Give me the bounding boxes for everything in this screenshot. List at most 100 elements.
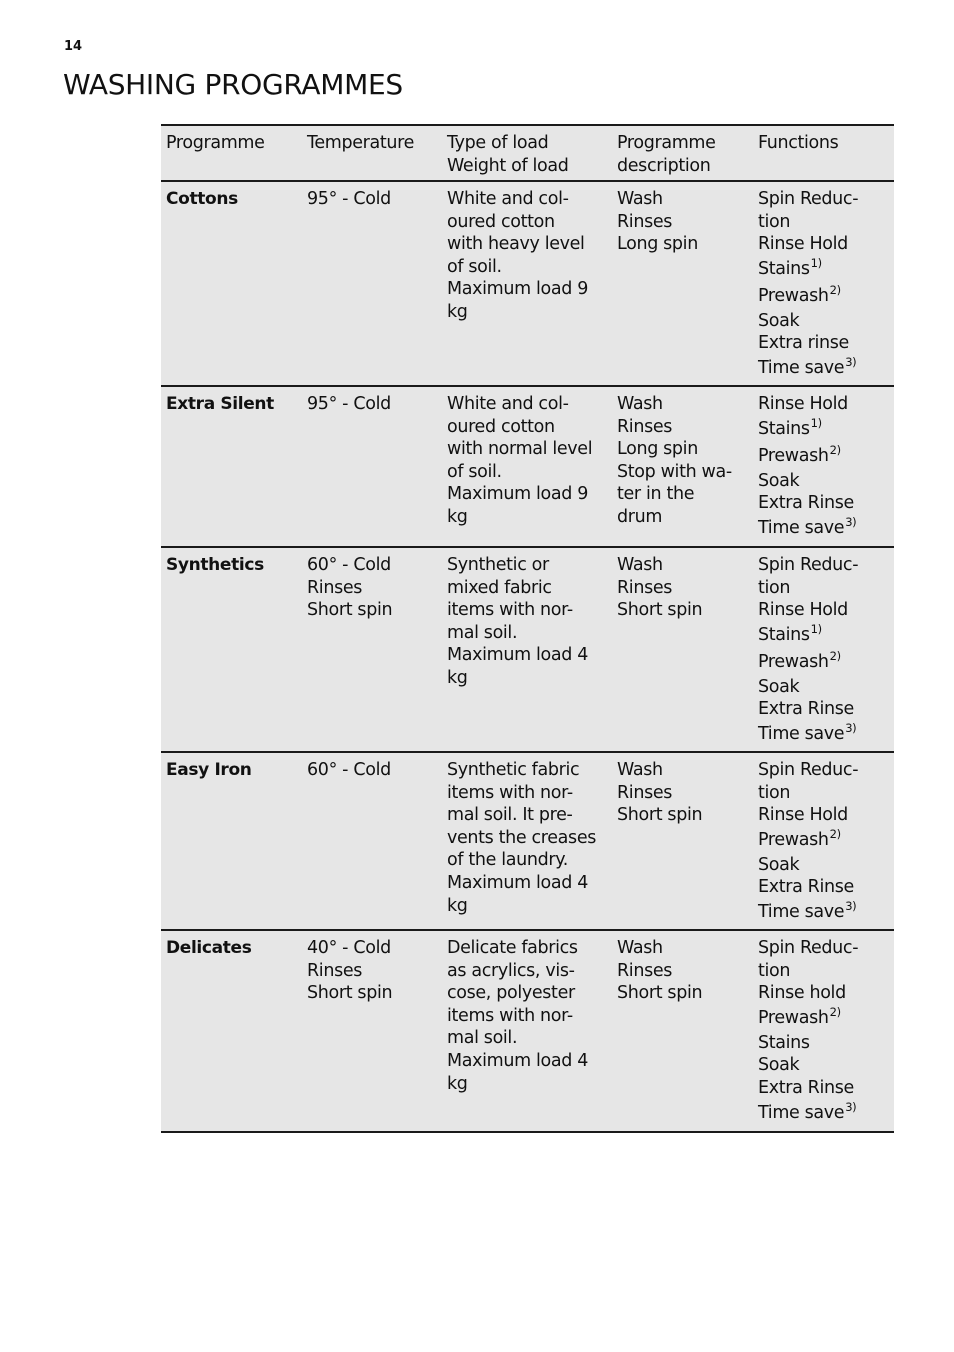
load-line: of soil. <box>447 256 502 277</box>
function-label: Extra Rinse <box>758 1077 854 1098</box>
function-item: Soak <box>758 676 894 699</box>
programme-name-cell: Delicates <box>161 931 302 1131</box>
header-cell-functions: Functions <box>753 126 894 180</box>
footnote-ref: 2) <box>829 648 841 663</box>
function-label: Soak <box>758 1055 800 1076</box>
function-item: Prewash2) <box>758 826 894 854</box>
function-label: Spin Reduc- <box>758 760 859 780</box>
function-label: Extra Rinse <box>758 493 854 514</box>
function-item: tion <box>758 782 894 805</box>
description-cell: Wash Rinses Long spin Stop with wa-ter in t… <box>612 387 753 546</box>
functions-cell: Rinse Hold Stains1) Prewash2) Soak Extra Rin… <box>753 387 894 546</box>
load-line: vents the creases <box>447 827 597 848</box>
footnote-ref: 3) <box>845 514 857 529</box>
function-item: Soak <box>758 310 894 333</box>
description-line: Long spin <box>617 439 698 460</box>
load-line: kg <box>447 667 468 688</box>
function-item: Prewash2) <box>758 442 894 470</box>
footnote-ref: 3) <box>845 354 857 369</box>
description-line: Long spin <box>617 234 698 255</box>
function-label: Stains <box>758 418 810 439</box>
functions-cell: Spin Reduc-tion Rinse hold Prewash2) Stains… <box>753 931 894 1131</box>
load-line: of soil. <box>447 461 502 482</box>
load-line: Synthetic fabric <box>447 760 580 780</box>
header-text: Functions <box>758 133 839 153</box>
footnote-ref: 2) <box>829 826 841 841</box>
function-item: Soak <box>758 1054 894 1077</box>
load-line: as acrylics, vis- <box>447 960 575 981</box>
description-line: Rinses <box>617 960 673 981</box>
washing-programmes-table: Programme Temperature Type of load Weight o… <box>161 124 894 1133</box>
function-label: Prewash <box>758 445 829 466</box>
load-line: Delicate fabrics <box>447 938 578 958</box>
function-label: Prewash <box>758 829 829 850</box>
load-line: mal soil. <box>447 622 518 643</box>
header-text: Weight of load <box>447 155 569 176</box>
description-line: Stop with wa- <box>617 461 732 482</box>
load-line: kg <box>447 895 468 916</box>
function-item: Rinse Hold <box>758 393 894 416</box>
programme-name-cell: Extra Silent <box>161 387 302 546</box>
programme-name: Delicates <box>166 938 252 958</box>
load-line: mal soil. <box>447 1028 518 1049</box>
table-bottom-rule <box>161 1131 894 1133</box>
programme-name-cell: Synthetics <box>161 548 302 751</box>
footnote-ref: 1) <box>810 621 822 636</box>
function-item: Time save3) <box>758 898 894 926</box>
page-title: WASHING PROGRAMMES <box>63 68 403 101</box>
load-cell: White and col-oured cotton with heavy lev… <box>442 182 612 385</box>
temperature-cell: 95° - Cold <box>302 182 442 385</box>
temperature-line: 95° - Cold <box>307 394 391 414</box>
description-cell: Wash Rinses Short spin <box>612 931 753 1131</box>
description-line: Rinses <box>617 577 673 598</box>
function-item: Spin Reduc- <box>758 554 894 577</box>
function-label: Time save <box>758 517 845 538</box>
description-line: Rinses <box>617 416 673 437</box>
programme-name: Cottons <box>166 189 238 209</box>
load-line: kg <box>447 506 468 527</box>
load-line: Maximum load 9 <box>447 279 588 300</box>
header-cell-temperature: Temperature <box>302 126 442 180</box>
header-cell-load: Type of load Weight of load <box>442 126 612 180</box>
footnote-ref: 1) <box>810 255 822 270</box>
table-body: Cottons 95° - Cold White and col-oured cot… <box>161 180 894 1131</box>
functions-cell: Spin Reduc-tion Rinse Hold Stains1) Prewash… <box>753 548 894 751</box>
load-line: with heavy level <box>447 234 585 255</box>
temperature-cell: 95° - Cold <box>302 387 442 546</box>
load-line: items with nor- <box>447 600 573 621</box>
function-label: Soak <box>758 854 800 875</box>
header-text: Temperature <box>307 133 415 153</box>
function-item: Spin Reduc- <box>758 188 894 211</box>
function-label: Rinse Hold <box>758 600 848 621</box>
function-label: Soak <box>758 676 800 697</box>
function-item: tion <box>758 960 894 983</box>
temperature-cell: 40° - Cold Rinses Short spin <box>302 931 442 1131</box>
load-line: Maximum load 9 <box>447 484 588 505</box>
function-label: Rinse hold <box>758 983 846 1004</box>
function-label: Stains <box>758 624 810 645</box>
function-item: Time save3) <box>758 1099 894 1127</box>
load-line: oured cotton <box>447 211 555 232</box>
function-label: Time save <box>758 723 845 744</box>
description-line: Rinses <box>617 782 673 803</box>
function-item: Rinse Hold <box>758 599 894 622</box>
function-item: Extra Rinse <box>758 1077 894 1100</box>
programme-name: Easy Iron <box>166 760 252 780</box>
load-line: oured cotton <box>447 416 555 437</box>
function-item: Time save3) <box>758 354 894 382</box>
function-item: Prewash2) <box>758 648 894 676</box>
function-item: Rinse Hold <box>758 233 894 256</box>
description-line: Wash <box>617 394 663 414</box>
temperature-line: Rinses <box>307 960 363 981</box>
table-header-row: Programme Temperature Type of load Weight o… <box>161 124 894 180</box>
function-label: tion <box>758 782 791 803</box>
load-line: cose, polyester <box>447 983 575 1004</box>
load-cell: Delicate fabrics as acrylics, vis-cose, p… <box>442 931 612 1131</box>
description-line: Rinses <box>617 211 673 232</box>
description-line: ter in the <box>617 484 695 505</box>
function-label: Time save <box>758 1102 845 1123</box>
load-line: Maximum load 4 <box>447 645 588 666</box>
function-item: Stains <box>758 1032 894 1055</box>
function-label: Spin Reduc- <box>758 555 859 575</box>
load-line: White and col- <box>447 394 569 414</box>
